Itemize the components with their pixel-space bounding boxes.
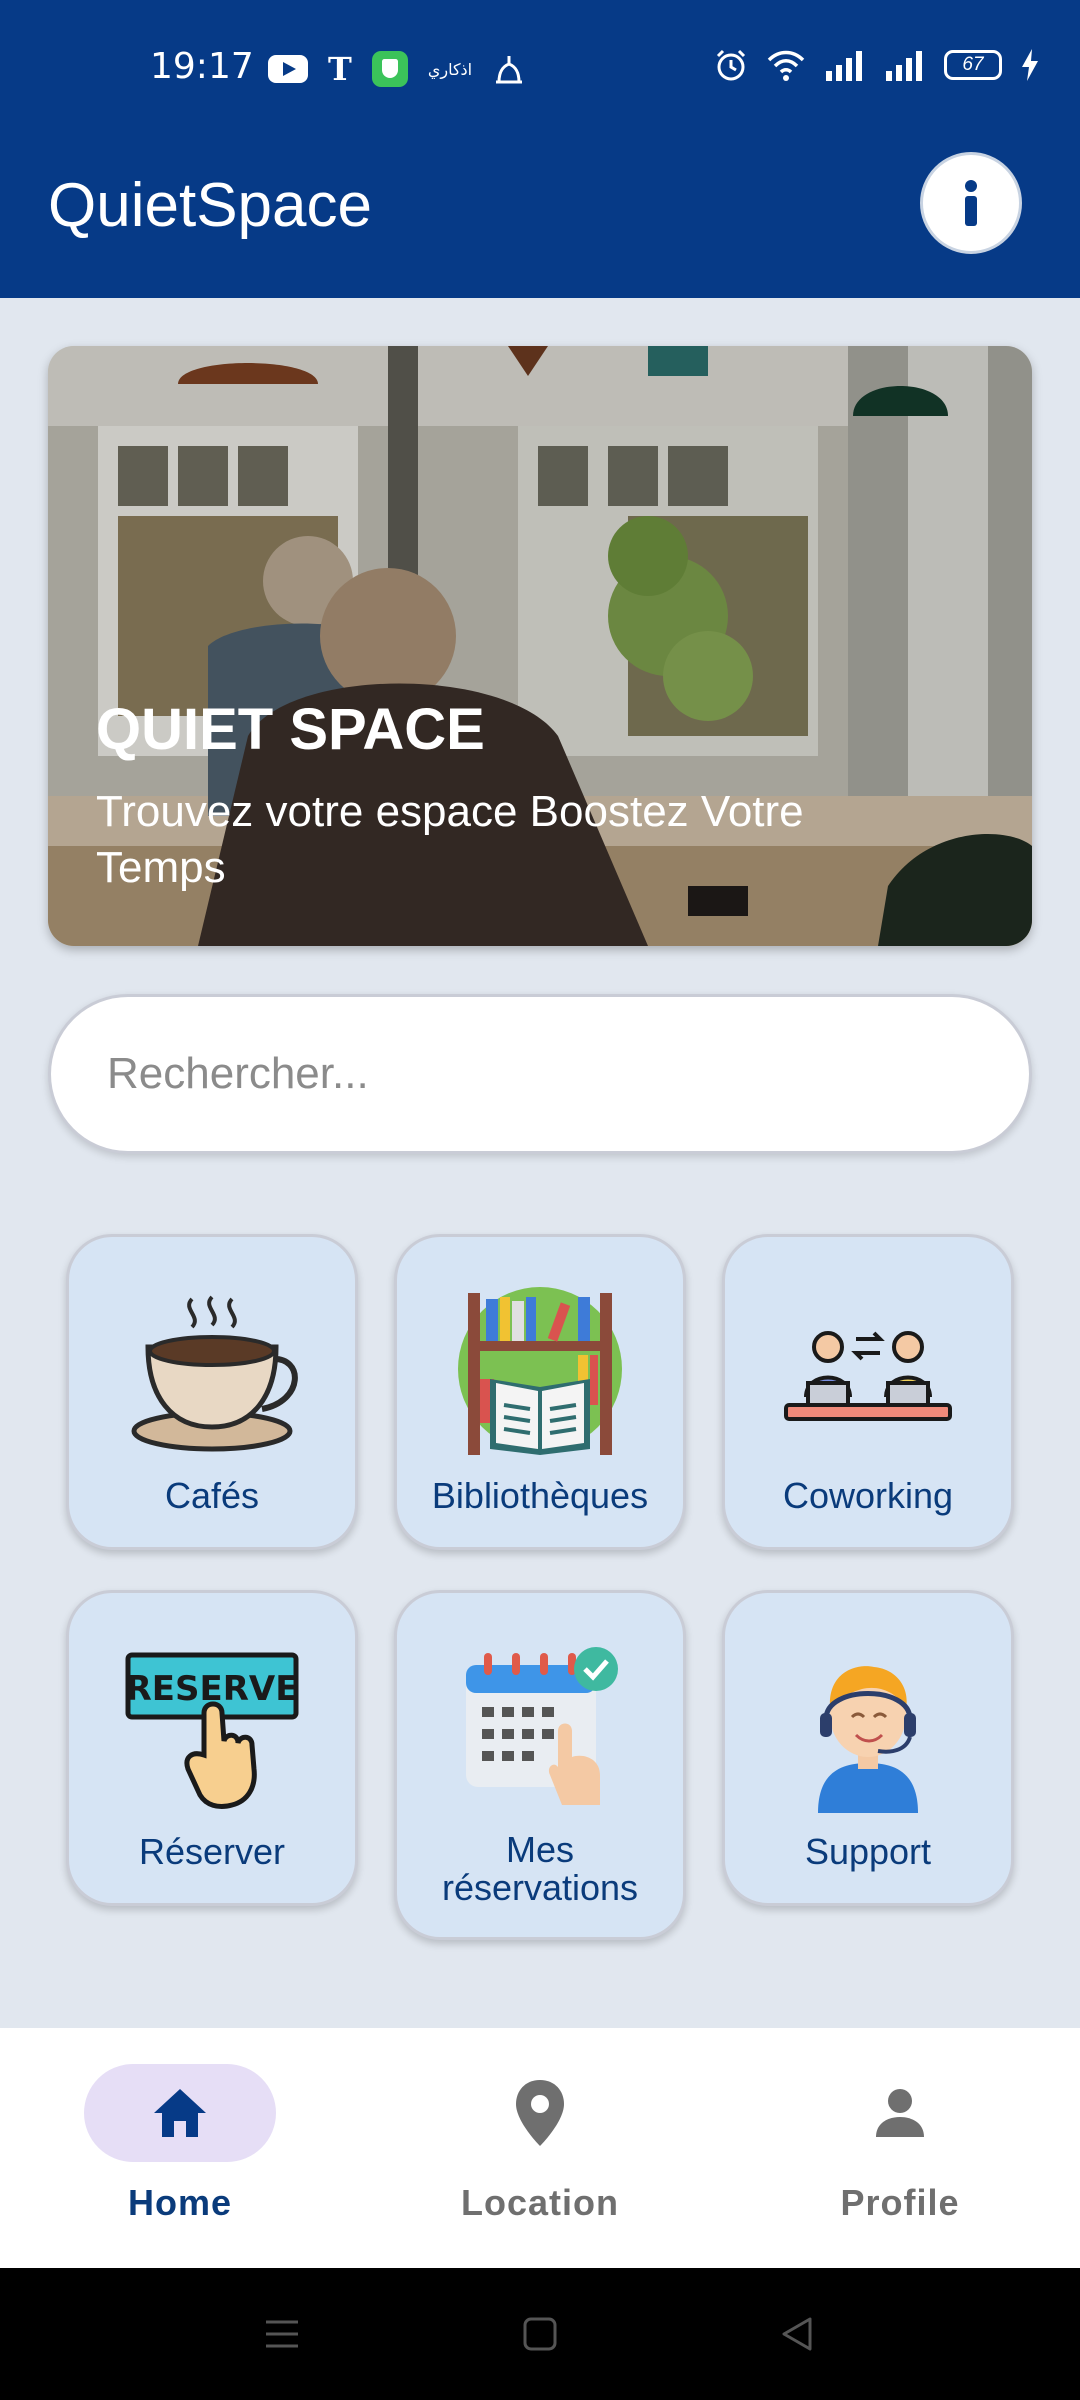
back-icon[interactable] (778, 2314, 818, 2354)
category-tile-reserver[interactable]: RESERVE Réserver (66, 1590, 358, 1906)
nav-label: Home (127, 2182, 233, 2223)
reserve-icon: RESERVE (125, 1652, 299, 1810)
category-tile-cafes[interactable]: Cafés (66, 1234, 358, 1550)
hero-subtitle: Trouvez votre espace Boostez Votre Temps (96, 787, 804, 892)
search-input[interactable] (107, 997, 987, 1151)
app-title: QuietSpace (48, 171, 372, 240)
category-label: Coworking (782, 1475, 954, 1516)
menu-icon[interactable] (262, 2314, 302, 2354)
coworking-icon (784, 1331, 952, 1421)
app-header: 19:17 T اذكاري 67 QuietSpace (0, 0, 1080, 298)
nav-profile[interactable]: Profile (750, 2064, 1050, 2254)
shield-icon (371, 51, 408, 87)
search-bar[interactable] (48, 994, 1032, 1154)
support-agent-icon (818, 1666, 918, 1813)
bottom-navigation: Home Location Profile (0, 2028, 1080, 2268)
arabic-app-icon: اذكاري (427, 59, 473, 79)
status-bar: 19:17 T اذكاري 67 (0, 0, 1080, 130)
info-icon (965, 180, 977, 226)
youtube-icon (268, 55, 308, 83)
wifi-icon (767, 50, 805, 81)
calendar-check-icon (466, 1647, 618, 1805)
charging-icon (1022, 49, 1038, 81)
system-navigation-bar (0, 2268, 1080, 2400)
t-icon: T (328, 50, 352, 88)
home-icon (154, 2089, 206, 2137)
signal-icon (826, 51, 862, 81)
category-tile-coworking[interactable]: Coworking (722, 1234, 1014, 1550)
nav-home[interactable]: Home (30, 2064, 330, 2254)
nav-label: Location (461, 2182, 619, 2223)
nav-active-indicator (84, 2064, 276, 2162)
coffee-cup-icon (131, 1295, 298, 1452)
signal-icon (886, 51, 922, 81)
category-tile-support[interactable]: Support (722, 1590, 1014, 1906)
home-square-icon[interactable] (520, 2314, 560, 2354)
location-pin-icon (516, 2080, 564, 2146)
category-label: Support (804, 1831, 932, 1872)
battery-icon: 67 (944, 50, 1002, 80)
category-label: Mes réservations (441, 1829, 639, 1908)
prayer-icon (496, 56, 523, 84)
category-tile-bibliotheques[interactable]: Bibliothèques (394, 1234, 686, 1550)
nav-label: Profile (840, 2182, 960, 2223)
hero-banner: QUIET SPACE Trouvez votre espace Boostez… (48, 346, 1032, 946)
info-button[interactable] (920, 152, 1022, 254)
bookshelf-icon (458, 1287, 622, 1455)
nav-location[interactable]: Location (390, 2064, 690, 2254)
category-tile-mes-reservations[interactable]: Mes réservations (394, 1590, 686, 1940)
category-label: Réserver (138, 1831, 286, 1872)
alarm-icon (716, 49, 746, 81)
status-time: 19:17 (150, 46, 254, 87)
category-label: Bibliothèques (431, 1475, 649, 1516)
hero-title: QUIET SPACE (96, 697, 485, 762)
person-icon (876, 2089, 924, 2137)
category-label: Cafés (164, 1475, 260, 1516)
